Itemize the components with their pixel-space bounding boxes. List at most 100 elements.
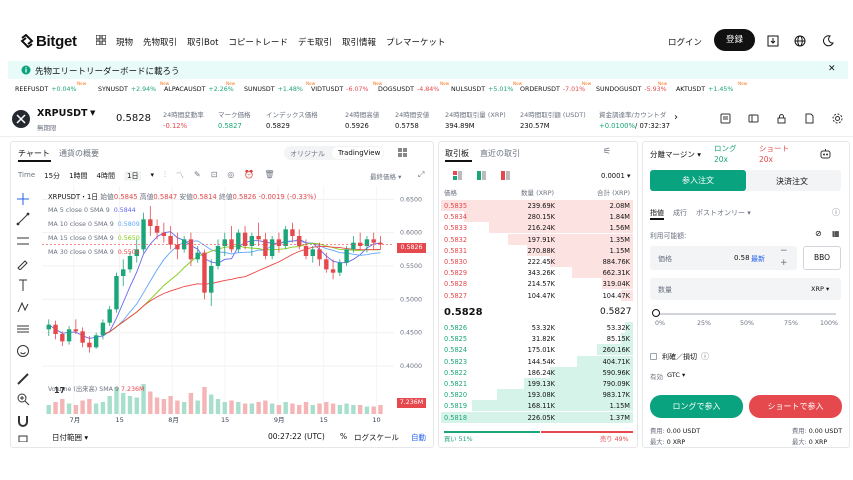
price-decrease-button[interactable]: − — [780, 246, 788, 256]
ticker-item[interactable]: ORDERUSDT -7.01% — [520, 86, 585, 93]
slider-mark-label[interactable]: 50% — [740, 320, 754, 327]
slider-mark-label[interactable]: 100% — [820, 320, 838, 327]
trash-icon[interactable]: 🗑 — [264, 170, 274, 181]
tpsl-checkbox[interactable] — [650, 353, 657, 360]
order-type-market[interactable]: 成行 — [673, 208, 687, 218]
log-scale-toggle[interactable]: ログスケール — [354, 432, 399, 443]
percent-scale-toggle[interactable]: % — [340, 432, 347, 441]
price-increase-button[interactable]: + — [780, 258, 788, 268]
ticker-item[interactable]: ALPACAUSDT +2.26% — [164, 86, 234, 93]
magnet-icon[interactable] — [16, 414, 30, 428]
interval-1d[interactable]: 1日 — [124, 171, 142, 181]
menu-market-info[interactable]: 取引情報 — [342, 36, 376, 48]
menu-futures[interactable]: 先物取引 — [143, 36, 177, 48]
bid-row[interactable]: 0.5821 199.13K 790.09K — [441, 378, 633, 389]
pair-dropdown-icon[interactable]: ▼ — [90, 109, 95, 117]
long-leverage[interactable]: 20x — [714, 155, 728, 164]
camera-icon[interactable]: ◎ — [227, 170, 234, 181]
register-button[interactable]: 登録 — [714, 29, 755, 51]
slider-mark-label[interactable]: 25% — [697, 320, 711, 327]
ticker-item[interactable]: NULSUSDT +5.01% — [451, 86, 513, 93]
bid-row[interactable]: 0.5824 175.01K 260.16K — [441, 344, 633, 356]
help-icon[interactable]: ⓘ — [832, 207, 840, 218]
ask-row[interactable]: 0.5830 222.45K 884.76K — [441, 256, 633, 267]
zoom-icon[interactable] — [16, 392, 30, 406]
document-icon[interactable] — [804, 113, 815, 124]
slider-mark-label[interactable]: 75% — [784, 320, 798, 327]
auto-scale-toggle[interactable]: 自動 — [411, 432, 426, 443]
interval-dropdown-icon[interactable]: ▾ — [150, 171, 154, 181]
precision-select[interactable]: 0.0001 ▾ — [601, 172, 630, 180]
tab-recent-trades[interactable]: 直近の取引 — [480, 148, 520, 159]
size-slider-track[interactable] — [656, 313, 836, 315]
menu-premarket[interactable]: プレマーケット — [386, 36, 446, 48]
ask-row[interactable]: 0.5832 197.91K 1.35M — [441, 233, 633, 245]
menu-bot[interactable]: 取引Bot — [187, 36, 218, 48]
size-slider-handle[interactable] — [652, 309, 660, 317]
apps-grid-icon[interactable] — [96, 35, 106, 45]
tab-coin-overview[interactable]: 通貨の概要 — [59, 148, 99, 159]
bid-row[interactable]: 0.5820 193.08K 983.17K — [441, 389, 633, 401]
book-both-icon[interactable] — [453, 171, 462, 180]
globe-icon[interactable] — [794, 35, 806, 47]
horizontal-lines-icon[interactable] — [16, 234, 30, 248]
date-range-button[interactable]: 日付範囲 ▾ — [52, 432, 88, 443]
dark-mode-icon[interactable] — [822, 35, 834, 47]
bitget-logo[interactable]: Bitget — [20, 32, 77, 50]
view-tradingview[interactable]: TradingView — [338, 149, 380, 157]
ask-row[interactable]: 0.5829 343.26K 662.31K — [441, 267, 633, 279]
ticker-item[interactable]: DOGSUSDT -4.84% — [378, 86, 439, 93]
ask-row[interactable]: 0.5834 280.15K 1.84M — [441, 211, 633, 223]
order-type-postonly[interactable]: ポストオンリー ▾ — [696, 208, 751, 218]
interval-1h[interactable]: 1時間 — [69, 171, 87, 181]
short-label[interactable]: ショート — [759, 143, 789, 154]
menu-demo[interactable]: デモ取引 — [298, 36, 332, 48]
bid-row[interactable]: 0.5822 186.24K 590.96K — [441, 366, 633, 378]
tpsl-info-icon[interactable]: ⓘ — [701, 351, 709, 362]
text-tool-icon[interactable] — [16, 278, 30, 292]
bid-row[interactable]: 0.5818 226.05K 1.37M — [441, 411, 633, 423]
latest-price-button[interactable]: 最新 — [751, 254, 765, 264]
line-chart-icon[interactable]: 〽 — [176, 170, 184, 181]
margin-mode-select[interactable]: 分離マージン ▾ — [650, 149, 701, 160]
calculator-icon[interactable]: ▦ — [832, 229, 840, 238]
ticker-item[interactable]: AKTUSDT +1.45% — [676, 86, 733, 93]
pencil-icon[interactable]: ✎ — [194, 170, 201, 181]
ask-row[interactable]: 0.5827 104.47K 104.47K — [441, 289, 633, 301]
orderbook-settings-icon[interactable]: ⚟ — [603, 147, 611, 157]
close-icon[interactable]: ✕ — [828, 64, 836, 74]
crosshair-icon[interactable] — [16, 192, 30, 206]
tif-select[interactable]: GTC ▾ — [667, 371, 685, 379]
interval-15m[interactable]: 15分 — [44, 171, 60, 181]
measure-icon[interactable] — [16, 322, 30, 336]
ruler-icon[interactable] — [16, 372, 30, 386]
ticker-item[interactable]: SUNDOGUSDT -5.93% — [596, 86, 667, 93]
settings-gear-icon[interactable] — [832, 113, 843, 124]
order-type-limit[interactable]: 指値 — [650, 208, 664, 218]
view-original[interactable]: オリジナル — [290, 149, 325, 159]
menu-spot[interactable]: 現物 — [116, 36, 133, 48]
price-source-select[interactable]: 最終価格 ▾ — [370, 171, 401, 181]
bid-row[interactable]: 0.5825 31.82K 85.15K — [441, 333, 633, 345]
ticker-item[interactable]: SYNUSDT +2.94% — [98, 86, 156, 93]
fullscreen-icon[interactable]: ⤢ — [418, 170, 424, 180]
short-leverage[interactable]: 20x — [759, 155, 773, 164]
tab-orderbook[interactable]: 取引板 — [445, 148, 469, 159]
login-link[interactable]: ログイン — [668, 36, 702, 48]
bbo-button[interactable]: BBO — [803, 246, 841, 270]
pair-symbol[interactable]: XRPUSDT — [37, 108, 88, 119]
bid-row[interactable]: 0.5823 144.54K 404.71K — [441, 355, 633, 367]
alarm-icon[interactable]: ⏰ — [244, 170, 254, 181]
book-asks-icon[interactable] — [501, 171, 510, 180]
template-icon[interactable]: ⊡ — [211, 170, 218, 181]
grid-layout-icon[interactable] — [398, 148, 407, 157]
quantity-unit-select[interactable]: XRP ▾ — [811, 285, 829, 293]
ask-row[interactable]: 0.5835 239.69K 2.08M — [441, 200, 633, 211]
indicator-icon[interactable]: ⫶ — [164, 170, 166, 181]
long-label[interactable]: ロング — [714, 143, 737, 154]
open-short-button[interactable]: ショートで参入 — [749, 395, 842, 418]
close-order-tab[interactable]: 決済注文 — [776, 176, 808, 187]
pattern-icon[interactable] — [16, 300, 30, 314]
lock-icon[interactable] — [776, 113, 787, 124]
open-long-button[interactable]: ロングで参入 — [650, 395, 743, 418]
